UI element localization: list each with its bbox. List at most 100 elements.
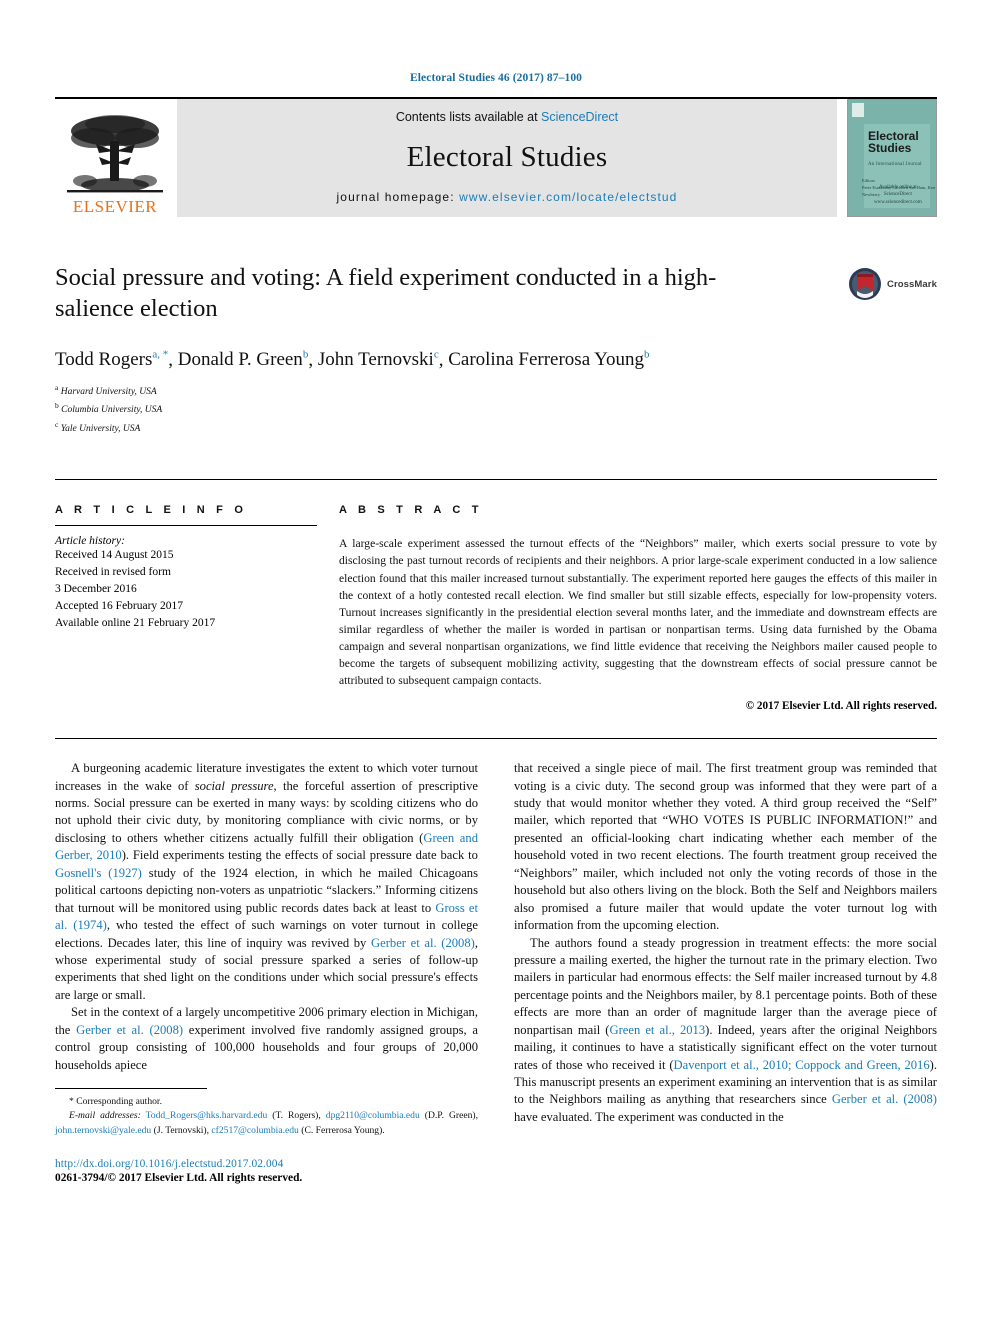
text-segment: The authors found a steady progression i…: [514, 935, 937, 1037]
contents-available-line: Contents lists available at ScienceDirec…: [396, 110, 618, 124]
elsevier-tree-icon: [67, 115, 163, 193]
crossmark-badge[interactable]: CrossMark: [848, 267, 937, 301]
author-name: Todd Rogers: [55, 349, 153, 371]
journal-masthead: ELSEVIER Contents lists available at Sci…: [55, 97, 937, 217]
body-paragraph: that received a single piece of mail. Th…: [514, 760, 937, 934]
affiliation-item: c Yale University, USA: [55, 419, 937, 438]
article-info-rule: [55, 525, 317, 527]
history-item: Received 14 August 2015: [55, 549, 174, 562]
body-column-right: that received a single piece of mail. Th…: [514, 760, 937, 1184]
doi-link[interactable]: http://dx.doi.org/10.1016/j.electstud.20…: [55, 1158, 478, 1170]
article-history-list: Received 14 August 2015 Received in revi…: [55, 547, 317, 631]
author-item: Todd Rogersa, *: [55, 349, 168, 370]
affiliation-mark: c: [55, 419, 59, 429]
corresponding-author-text: * Corresponding author.: [69, 1096, 162, 1108]
abstract-text: A large-scale experiment assessed the tu…: [339, 537, 937, 688]
affiliation-item: a Harvard University, USA: [55, 382, 937, 401]
email-link[interactable]: dpg2110@columbia.edu: [326, 1110, 420, 1121]
masthead-center: Contents lists available at ScienceDirec…: [177, 99, 837, 217]
cover-available-label: Available online at: [879, 184, 917, 190]
email-footnote: E-mail addresses: Todd_Rogers@hks.harvar…: [55, 1109, 478, 1138]
article-info-column: A R T I C L E I N F O Article history: R…: [55, 504, 317, 712]
affiliation-text: Harvard University, USA: [60, 386, 157, 397]
running-head: Electoral Studies 46 (2017) 87–100: [409, 72, 583, 84]
body-paragraph: The authors found a steady progression i…: [514, 935, 937, 1127]
body-divider-rule: [55, 738, 937, 740]
text-segment: ). Field experiments testing the effects…: [121, 848, 478, 863]
journal-homepage-line: journal homepage: www.elsevier.com/locat…: [337, 190, 678, 204]
author-marks[interactable]: b: [644, 349, 650, 361]
corresponding-author-note: * Corresponding author.: [55, 1095, 478, 1109]
elsevier-logo: ELSEVIER: [55, 99, 175, 217]
abstract-heading: A B S T R A C T: [339, 504, 483, 517]
text-segment: that received a single piece of mail. Th…: [514, 761, 937, 933]
journal-cover-thumbnail: Electoral Studies An International Journ…: [847, 99, 937, 217]
email-link[interactable]: Todd_Rogers@hks.harvard.edu: [146, 1110, 268, 1121]
journal-title: Electoral Studies: [406, 140, 608, 173]
cover-title: Electoral Studies: [868, 130, 919, 156]
history-item: Received in revised form: [55, 566, 171, 579]
email-person: (T. Rogers),: [272, 1110, 321, 1122]
cover-platform-url: www.sciencedirect.com: [874, 199, 922, 205]
author-name: Carolina Ferrerosa Young: [448, 349, 644, 371]
page-title: Social pressure and voting: A field expe…: [55, 264, 717, 322]
crossmark-label: CrossMark: [886, 278, 937, 290]
citation-link[interactable]: Gerber et al. (2008): [371, 936, 475, 950]
contents-prefix: Contents lists available at: [395, 110, 538, 124]
author-item: Donald P. Greenb: [178, 349, 309, 370]
history-item: Available online 21 February 2017: [55, 616, 216, 629]
email-link[interactable]: cf2517@columbia.edu: [211, 1125, 298, 1136]
emphasis-text: social pressure: [194, 778, 274, 793]
affiliation-mark: b: [55, 401, 59, 411]
homepage-prefix: journal homepage:: [336, 190, 455, 204]
history-item: Accepted 16 February 2017: [55, 600, 184, 612]
email-link[interactable]: john.ternovski@yale.edu: [55, 1125, 151, 1136]
article-info-heading: A R T I C L E I N F O: [55, 504, 248, 517]
abstract-column: A B S T R A C T A large-scale experiment…: [339, 504, 937, 712]
affiliation-mark: a: [55, 382, 59, 392]
cover-elsevier-mark: [852, 103, 864, 117]
elsevier-wordmark: ELSEVIER: [72, 197, 158, 216]
cover-subtitle: An International Journal: [868, 162, 922, 167]
body-columns: A burgeoning academic literature investi…: [55, 760, 937, 1184]
author-marks[interactable]: b: [303, 349, 309, 361]
footnote-rule: [55, 1088, 207, 1090]
affiliation-item: b Columbia University, USA: [55, 400, 937, 419]
email-person: (D.P. Green),: [424, 1110, 478, 1122]
author-list: Todd Rogersa, *, Donald P. Greenb, John …: [55, 348, 650, 371]
affiliation-list: a Harvard University, USA b Columbia Uni…: [55, 382, 937, 438]
email-label: E-mail addresses:: [69, 1110, 141, 1122]
author-marks[interactable]: a, *: [152, 349, 168, 361]
body-column-left: A burgeoning academic literature investi…: [55, 760, 478, 1184]
body-paragraph: Set in the context of a largely uncompet…: [55, 1004, 478, 1074]
affiliation-text: Columbia University, USA: [61, 405, 163, 416]
text-segment: have evaluated. The experiment was condu…: [514, 1109, 784, 1124]
email-person: (J. Ternovski),: [153, 1124, 210, 1136]
author-item: John Ternovskic: [318, 349, 439, 370]
sciencedirect-link[interactable]: ScienceDirect: [541, 110, 618, 124]
email-person: (C. Ferrerosa Young).: [301, 1124, 385, 1136]
abstract-rule-spacer: [339, 525, 937, 526]
abstract-copyright: © 2017 Elsevier Ltd. All rights reserved…: [745, 700, 937, 713]
author-name: John Ternovski: [317, 349, 434, 371]
history-item: 3 December 2016: [55, 583, 137, 596]
title-block: CrossMark Social pressure and voting: A …: [55, 263, 937, 437]
article-history-label: Article history:: [55, 535, 125, 548]
homepage-url-link[interactable]: www.elsevier.com/locate/electstud: [459, 190, 677, 204]
citation-link[interactable]: Davenport et al., 2010; Coppock and Gree…: [674, 1058, 930, 1072]
citation-link[interactable]: Green et al., 2013: [609, 1023, 705, 1037]
article-page: Electoral Studies 46 (2017) 87–100 ELSEV…: [0, 0, 992, 1323]
citation-link[interactable]: Gerber et al. (2008): [76, 1023, 183, 1037]
issn-copyright-line: 0261-3794/© 2017 Elsevier Ltd. All right…: [55, 1172, 303, 1185]
doi-block: http://dx.doi.org/10.1016/j.electstud.20…: [55, 1158, 478, 1184]
cover-sciencedirect: Available online at ScienceDirect www.sc…: [874, 184, 922, 207]
cover-title-line2: Studies: [868, 141, 912, 156]
citation-link[interactable]: Gosnell's (1927): [55, 866, 142, 880]
citation-link[interactable]: Gerber et al. (2008): [832, 1092, 937, 1106]
cover-platform: ScienceDirect: [883, 192, 912, 197]
author-item: Carolina Ferrerosa Youngb: [448, 349, 649, 370]
author-marks[interactable]: c: [434, 349, 439, 361]
info-abstract-section: A R T I C L E I N F O Article history: R…: [55, 479, 937, 712]
body-paragraph: A burgeoning academic literature investi…: [55, 760, 478, 1004]
affiliation-text: Yale University, USA: [60, 423, 141, 434]
